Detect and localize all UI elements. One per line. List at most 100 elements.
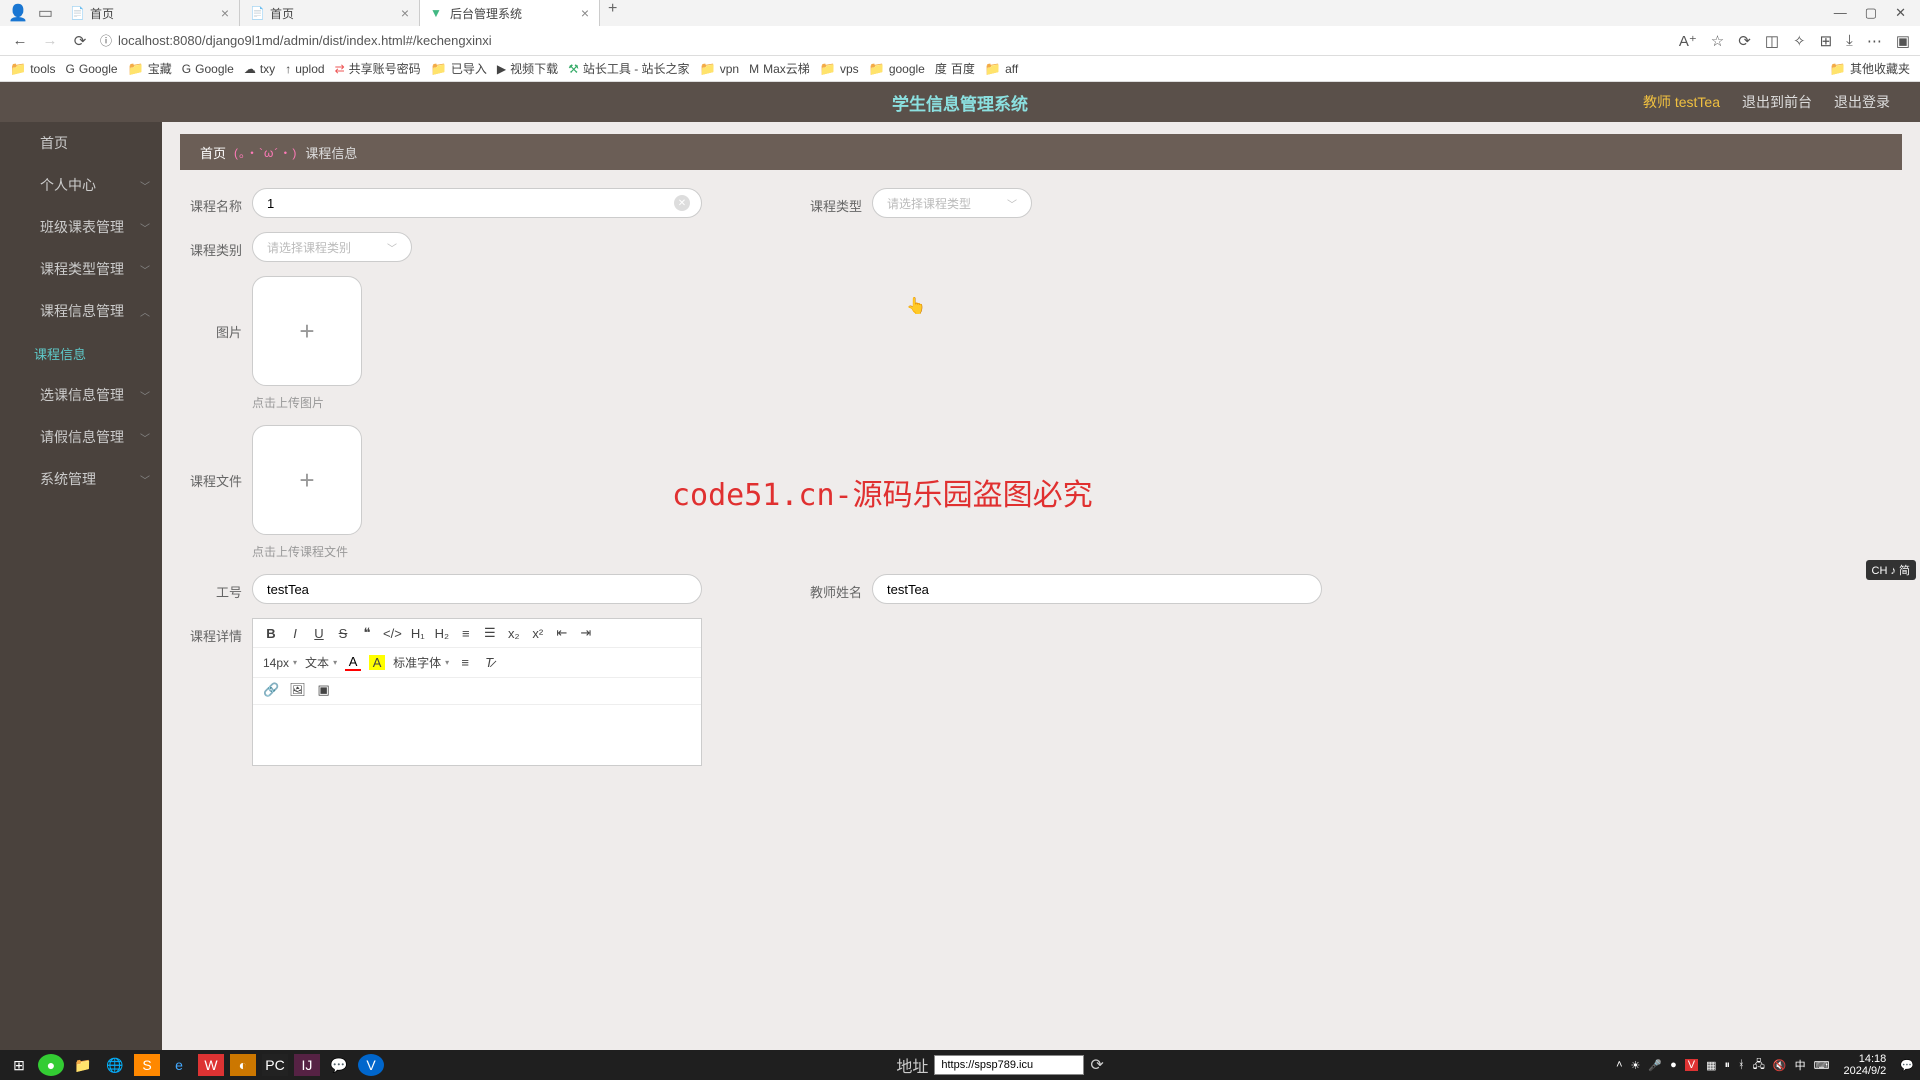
tray-weather-icon[interactable]: ☀ [1631, 1059, 1641, 1072]
split-icon[interactable]: ◫ [1765, 32, 1779, 50]
back-button[interactable]: ← [10, 32, 30, 49]
bookmark-google[interactable]: GGoogle [66, 62, 118, 76]
taskbar-sublime[interactable]: S [134, 1054, 160, 1076]
bookmark-baidu[interactable]: 度百度 [935, 60, 975, 77]
sidebar-item-course-info[interactable]: 课程信息 [0, 332, 162, 374]
strike-button[interactable]: S [335, 626, 351, 641]
ordered-list-button[interactable]: ≡ [458, 626, 474, 641]
sidebar-item-profile[interactable]: 个人中心﹀ [0, 164, 162, 206]
bookmark-txy[interactable]: ☁txy [244, 62, 275, 76]
bold-button[interactable]: B [263, 626, 279, 641]
taskbar-app-11[interactable]: V [358, 1054, 384, 1076]
bookmark-max[interactable]: MMax云梯 [749, 60, 810, 77]
highlight-button[interactable]: A [369, 655, 385, 670]
video-button[interactable]: ▣ [316, 682, 332, 698]
bookmark-aff[interactable]: 📁aff [985, 61, 1018, 77]
bookmark-share[interactable]: ⇄共享账号密码 [335, 60, 421, 77]
sidebar-item-course-info-mgmt[interactable]: 课程信息管理︿ [0, 290, 162, 332]
bookmark-tools[interactable]: 📁tools [10, 61, 56, 77]
ime-indicator[interactable]: CH ♪ 简 [1866, 560, 1917, 580]
taskbar-clock[interactable]: 14:18 2024/9/2 [1837, 1053, 1892, 1077]
menu-icon[interactable]: ⋯ [1867, 32, 1882, 50]
sidebar-item-class-schedule[interactable]: 班级课表管理﹀ [0, 206, 162, 248]
breadcrumb-home[interactable]: 首页 [200, 143, 226, 162]
forward-button[interactable]: → [40, 32, 60, 49]
start-button[interactable]: ⊞ [6, 1054, 32, 1076]
italic-button[interactable]: I [287, 626, 303, 641]
bookmark-vps[interactable]: 📁vps [820, 61, 859, 77]
collections-icon[interactable]: ✧ [1793, 32, 1806, 50]
sidebar-item-leave[interactable]: 请假信息管理﹀ [0, 416, 162, 458]
bookmark-google2[interactable]: GGoogle [182, 62, 234, 76]
taskbar-chrome[interactable]: 🌐 [102, 1054, 128, 1076]
tray-app-icon[interactable]: ● [1670, 1059, 1677, 1071]
h2-button[interactable]: H₂ [434, 626, 450, 641]
bookmark-video[interactable]: ▶视频下载 [497, 60, 558, 77]
bookmark-imported[interactable]: 📁已导入 [431, 60, 487, 77]
close-icon[interactable]: × [581, 5, 589, 21]
bookmark-webmaster[interactable]: ⚒站长工具 - 站长之家 [568, 60, 689, 77]
taskbar-wps[interactable]: W [198, 1054, 224, 1076]
browser-tab-2[interactable]: 📄 首页 × [240, 0, 420, 26]
tray-calendar-icon[interactable]: ▦ [1706, 1059, 1716, 1072]
browser-tab-1[interactable]: 📄 首页 × [60, 0, 240, 26]
image-button[interactable]: 🖼 [289, 682, 306, 698]
sidebar-item-system[interactable]: 系统管理﹀ [0, 458, 162, 500]
taskbar-address-input[interactable] [934, 1055, 1084, 1075]
favorite-icon[interactable]: ☆ [1711, 32, 1724, 50]
sync-icon[interactable]: ⟳ [1738, 32, 1751, 50]
tray-bt-icon[interactable]: ᚼ [1738, 1059, 1745, 1071]
align-button[interactable]: ≡ [457, 655, 473, 670]
url-field[interactable]: ⓘ localhost:8080/django9l1md/admin/dist/… [100, 32, 1669, 49]
reload-button[interactable]: ⟳ [70, 32, 90, 50]
tray-mic-icon[interactable]: 🎤 [1648, 1059, 1662, 1072]
extensions-icon[interactable]: ⊞ [1820, 32, 1833, 50]
font-family-select[interactable]: 标准字体▾ [393, 654, 449, 671]
course-name-input[interactable] [252, 188, 702, 218]
course-category-select[interactable]: 请选择课程类别 ﹀ [252, 232, 412, 262]
quote-button[interactable]: ❝ [359, 625, 375, 641]
font-size-select[interactable]: 14px▾ [263, 656, 297, 670]
editor-content[interactable] [253, 705, 701, 765]
logout-link[interactable]: 退出登录 [1834, 92, 1890, 112]
taskbar-pycharm[interactable]: PC [262, 1054, 288, 1076]
site-info-icon[interactable]: ⓘ [100, 32, 112, 49]
close-icon[interactable]: × [221, 5, 229, 21]
tray-ime-icon[interactable]: 中 [1795, 1057, 1806, 1073]
bookmark-google-folder[interactable]: 📁google [869, 61, 925, 77]
superscript-button[interactable]: x² [530, 626, 546, 641]
minimize-icon[interactable]: — [1834, 5, 1847, 21]
sidebar-toggle-icon[interactable]: ▣ [1896, 32, 1910, 50]
subscript-button[interactable]: x₂ [506, 626, 522, 641]
read-aloud-icon[interactable]: A⁺ [1679, 32, 1697, 50]
text-color-button[interactable]: A [345, 654, 361, 671]
tab-overview-icon[interactable]: ▭ [38, 3, 53, 23]
taskbar-wechat[interactable]: 💬 [326, 1054, 352, 1076]
teacher-name-input[interactable] [872, 574, 1322, 604]
sidebar-item-course-select[interactable]: 选课信息管理﹀ [0, 374, 162, 416]
bookmark-other[interactable]: 📁其他收藏夹 [1830, 60, 1910, 77]
downloads-icon[interactable]: ⤓ [1846, 32, 1853, 50]
text-type-select[interactable]: 文本▾ [305, 654, 337, 671]
exit-to-front-link[interactable]: 退出到前台 [1742, 92, 1812, 112]
clear-icon[interactable]: ✕ [674, 195, 690, 211]
image-upload[interactable]: + [252, 276, 362, 386]
link-button[interactable]: 🔗 [263, 682, 279, 698]
browser-tab-3[interactable]: ▼ 后台管理系统 × [420, 0, 600, 26]
course-type-select[interactable]: 请选择课程类型 ﹀ [872, 188, 1032, 218]
taskbar-app-1[interactable]: ● [38, 1054, 64, 1076]
bookmark-baozang[interactable]: 📁宝藏 [128, 60, 172, 77]
file-upload[interactable]: + [252, 425, 362, 535]
code-button[interactable]: </> [383, 626, 402, 641]
job-no-input[interactable] [252, 574, 702, 604]
indent-button[interactable]: ⇤ [554, 625, 570, 641]
bookmark-uplod[interactable]: ↑uplod [285, 62, 324, 76]
close-window-icon[interactable]: ✕ [1895, 5, 1906, 21]
unordered-list-button[interactable]: ☰ [482, 625, 498, 641]
tray-net-icon[interactable]: 🖧 [1753, 1056, 1765, 1075]
h1-button[interactable]: H₁ [410, 626, 426, 641]
taskbar-go-icon[interactable]: ⟳ [1090, 1055, 1103, 1075]
taskbar-edge[interactable]: e [166, 1054, 192, 1076]
bookmark-vpn[interactable]: 📁vpn [700, 61, 740, 77]
maximize-icon[interactable]: ▢ [1865, 5, 1877, 21]
